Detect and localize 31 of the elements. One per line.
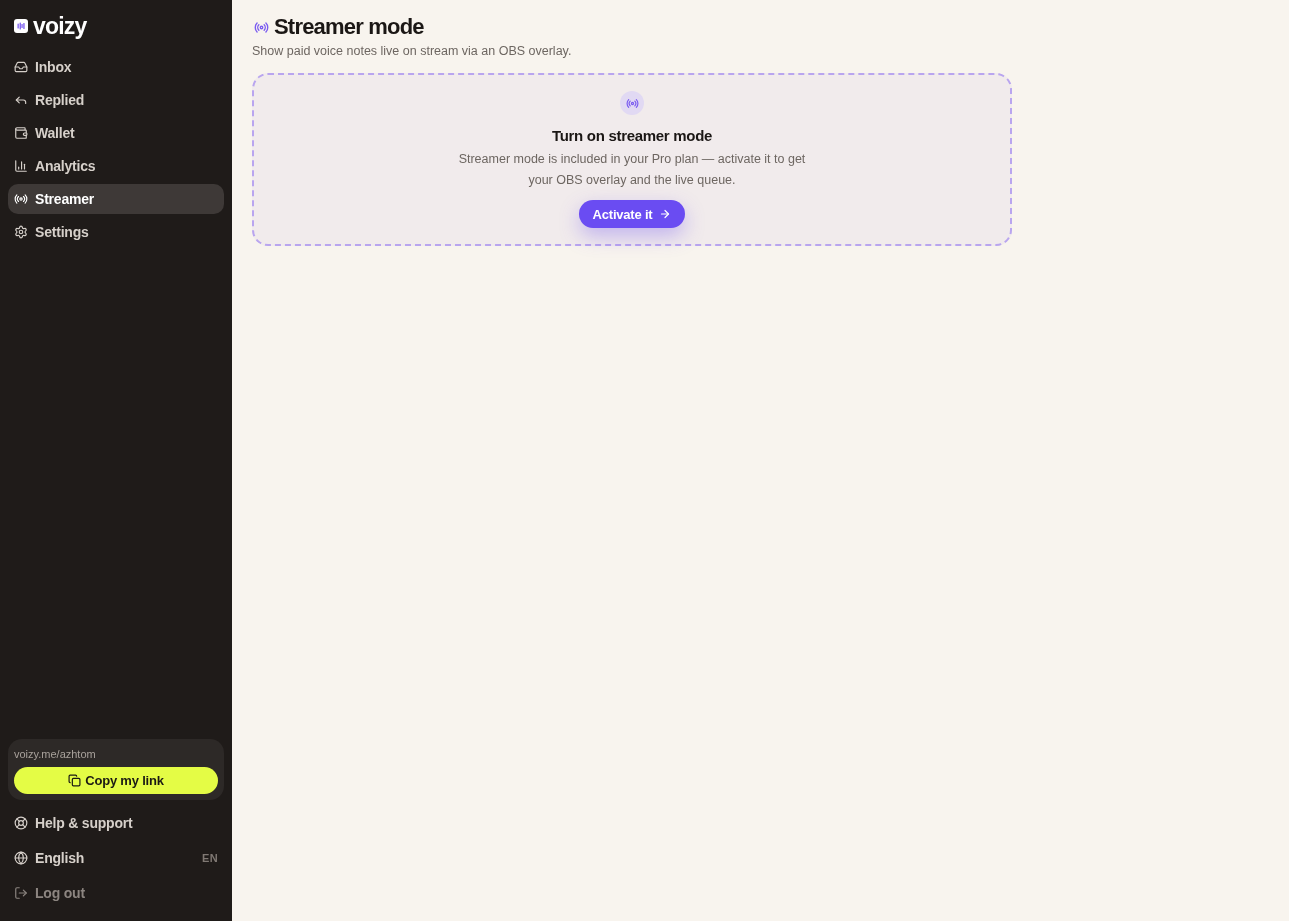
nav-item[interactable]: Streamer [8, 184, 224, 214]
wallet-icon [14, 126, 28, 140]
nav-item[interactable]: Inbox [8, 52, 224, 82]
nav-item[interactable]: Settings [8, 217, 224, 247]
help-link[interactable]: Help & support [8, 808, 224, 838]
broadcast-icon [14, 192, 28, 206]
globe-icon [14, 851, 28, 865]
nav-item[interactable]: Wallet [8, 118, 224, 148]
page-subtitle: Show paid voice notes live on stream via an OBS overlay. [252, 43, 572, 59]
log-out-link[interactable]: Log out [8, 878, 224, 908]
bar-chart-icon [14, 159, 28, 173]
inbox-icon [14, 60, 28, 74]
language-code: EN [202, 852, 218, 864]
reply-arrow-icon [14, 93, 28, 107]
settings-icon [14, 225, 28, 239]
log-out-icon [14, 886, 28, 900]
lifebuoy-icon [14, 816, 28, 830]
copy-icon [68, 774, 82, 787]
arrow-right-icon [659, 208, 672, 220]
logo-wordmark: voizy [33, 14, 87, 38]
profile-url: voizy.me/azhtom [14, 747, 96, 761]
nav-item[interactable]: Analytics [8, 151, 224, 181]
copy-link-button[interactable]: Copy my link [14, 767, 218, 794]
page-title: Streamer mode [274, 14, 424, 40]
logo-icon [14, 19, 28, 33]
nav-item[interactable]: Replied [8, 85, 224, 115]
broadcast-icon [620, 91, 644, 115]
card-title: Turn on streamer mode [551, 126, 713, 146]
language-selector[interactable]: English EN [8, 843, 224, 873]
card-description: Streamer mode is included in your Pro plan — activate it to get your OBS overlay and the live queue. [457, 151, 807, 189]
activate-button[interactable]: Activate it [578, 200, 686, 228]
